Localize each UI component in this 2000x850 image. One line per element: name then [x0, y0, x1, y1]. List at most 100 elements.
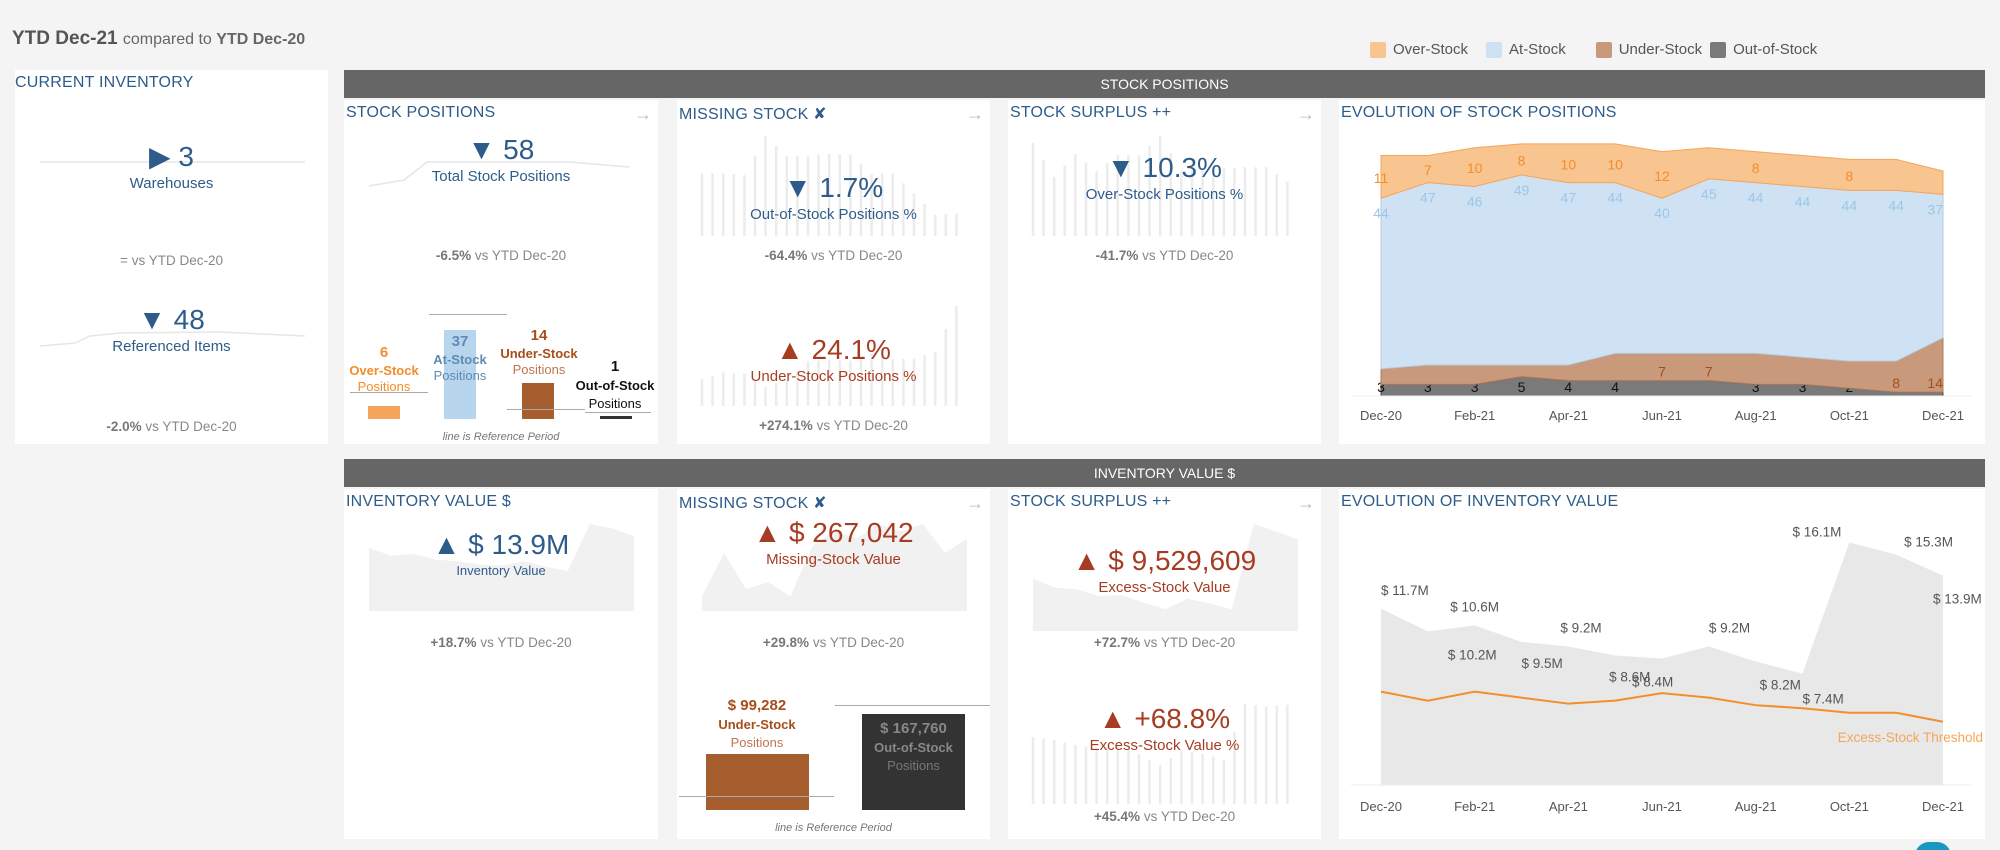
legend: Over-Stock At-Stock Under-Stock Out-of-S… — [1370, 41, 1835, 58]
inv-comparison: +18.7% vs YTD Dec-20 — [344, 635, 658, 650]
under-stock-bar[interactable] — [522, 383, 554, 419]
x-tick-label: Aug-21 — [1735, 408, 1777, 423]
positions-comparison: -6.5% vs YTD Dec-20 — [344, 248, 658, 263]
x-tick-label: Jun-21 — [1642, 408, 1682, 423]
over-stock-bar[interactable] — [368, 406, 400, 419]
cmp-text: vs YTD Dec-20 — [1143, 635, 1236, 650]
under-stock-percent-kpi: ▲ 24.1% Under-Stock Positions % — [677, 334, 990, 385]
inventory-value-kpi: ▲ $ 13.9M Inventory Value — [344, 529, 658, 578]
down-triangle-icon: ▼ — [138, 304, 166, 335]
over-stock-bar-label: 6 Over-Stock Positions — [349, 344, 419, 395]
cmp-text: vs YTD Dec-20 — [131, 253, 223, 268]
up-triangle-icon: ▲ — [1098, 703, 1127, 734]
card-title: INVENTORY VALUE $ — [346, 493, 511, 510]
kpi-label: Excess-Stock Value % — [1089, 737, 1240, 754]
arrow-right-icon[interactable]: → — [966, 104, 984, 125]
data-label: $ 8.4M — [1632, 675, 1673, 690]
data-label: 7 — [1424, 162, 1432, 178]
cmp-text: vs YTD Dec-20 — [811, 248, 903, 263]
x-tick-label: Apr-21 — [1549, 408, 1588, 423]
current-inventory-card: CURRENT INVENTORY ▶ 3 Warehouses = vs YT… — [15, 70, 328, 444]
legend-label: Over-Stock — [1393, 41, 1469, 58]
x-tick-label: Feb-21 — [1454, 799, 1495, 814]
up-triangle-icon: ▲ — [432, 529, 461, 560]
kpi-value: $ 13.9M — [468, 529, 570, 560]
reference-period: YTD Dec-20 — [216, 31, 306, 48]
stock-positions-area-chart[interactable]: 3335443321778144447464947444045444444443… — [1339, 100, 1985, 444]
out-of-stock-bar[interactable] — [600, 416, 632, 419]
x-tick-label: Dec-21 — [1922, 799, 1964, 814]
excess-pct-comparison: +45.4% vs YTD Dec-20 — [1008, 809, 1321, 824]
threshold-label: Excess-Stock Threshold — [1838, 730, 1983, 745]
missing-stock-value-kpi: ▲ $ 267,042 Missing-Stock Value — [677, 517, 990, 568]
evolution-stock-positions-card: EVOLUTION OF STOCK POSITIONS 33354433217… — [1339, 100, 1985, 444]
excess-stock-percent-kpi: ▲ +68.8% Excess-Stock Value % — [1008, 703, 1321, 754]
os-comparison: -41.7% vs YTD Dec-20 — [1008, 248, 1321, 263]
data-label: 8 — [1845, 168, 1853, 184]
card-title: STOCK SURPLUS ++ — [1010, 493, 1172, 510]
arrow-right-icon[interactable]: → — [966, 493, 984, 514]
cmp-value: -41.7% — [1095, 248, 1139, 263]
kpi-value: 10.3% — [1142, 152, 1222, 183]
kpi-label: Warehouses — [129, 175, 214, 192]
kpi-label: Excess-Stock Value — [1098, 579, 1231, 596]
data-label: $ 10.2M — [1448, 647, 1497, 662]
data-label: 14 — [1927, 375, 1943, 391]
kpi-value: $ 9,529,609 — [1108, 545, 1257, 576]
data-label: 44 — [1888, 197, 1904, 213]
stock-surplus-positions-card[interactable]: STOCK SURPLUS ++ → ▼ 10.3% Over-Stock Po… — [1008, 100, 1321, 444]
inventory-value-area-chart[interactable]: $ 11.7M$ 10.2M$ 10.6M$ 9.5M$ 9.2M$ 8.6M$… — [1339, 489, 1985, 839]
at-stock-bar-label: 37 At-Stock Positions — [433, 333, 487, 384]
data-label: $ 13.9M — [1933, 592, 1982, 607]
legend-item-out-of-stock[interactable]: Out-of-Stock — [1710, 41, 1817, 58]
data-label: 46 — [1467, 194, 1483, 210]
data-label: 10 — [1561, 156, 1577, 172]
arrow-right-icon[interactable]: → — [634, 104, 652, 125]
data-label: 49 — [1514, 182, 1530, 198]
kpi-value: 3 — [178, 141, 194, 172]
legend-item-under-stock[interactable]: Under-Stock — [1595, 41, 1702, 58]
x-tick-label: Dec-20 — [1360, 799, 1402, 814]
cmp-value: -6.5% — [435, 248, 472, 263]
warehouses-kpi: ▶ 3 Warehouses — [15, 140, 328, 192]
data-label: 7 — [1705, 363, 1713, 379]
inventory-value-card[interactable]: INVENTORY VALUE $ ▲ $ 13.9M Inventory Va… — [344, 489, 658, 839]
up-triangle-icon: ▲ — [776, 334, 804, 365]
stock-positions-card[interactable]: STOCK POSITIONS → ▼ 58 Total Stock Posit… — [344, 100, 658, 444]
missing-stock-value-card[interactable]: MISSING STOCK ✘ → ▲ $ 267,042 Missing-St… — [677, 489, 990, 839]
data-label: 12 — [1654, 168, 1670, 184]
legend-item-at-stock[interactable]: At-Stock — [1486, 41, 1566, 58]
data-label: 47 — [1420, 190, 1436, 206]
stock-surplus-value-card[interactable]: STOCK SURPLUS ++ → ▲ $ 9,529,609 Excess-… — [1008, 489, 1321, 839]
cmp-text: vs YTD Dec-20 — [1142, 248, 1234, 263]
missing-stock-positions-card[interactable]: MISSING STOCK ✘ → ▼ 1.7% Out-of-Stock Po… — [677, 100, 990, 444]
card-title: STOCK SURPLUS ++ — [1010, 104, 1172, 121]
excess-comparison: +72.7% vs YTD Dec-20 — [1008, 635, 1321, 650]
data-label: 8 — [1518, 152, 1526, 168]
kpi-label: Under-Stock Positions % — [750, 368, 917, 385]
cmp-value: = — [120, 253, 128, 268]
kpi-value: 48 — [173, 304, 205, 335]
cmp-value: +274.1% — [759, 418, 813, 433]
arrow-right-icon[interactable]: → — [1297, 104, 1315, 125]
down-triangle-icon: ▼ — [783, 172, 812, 203]
cmp-value: +18.7% — [430, 635, 477, 650]
under-stock-value-bar[interactable] — [706, 754, 809, 810]
legend-label: At-Stock — [1509, 41, 1566, 58]
kpi-value: 58 — [503, 134, 535, 165]
data-label: 44 — [1842, 197, 1858, 213]
cmp-text: vs YTD Dec-20 — [816, 418, 908, 433]
arrow-right-icon[interactable]: → — [1297, 493, 1315, 514]
x-tick-label: Dec-21 — [1922, 408, 1964, 423]
x-tick-label: Jun-21 — [1642, 799, 1682, 814]
compared-label: compared to — [122, 31, 212, 48]
evolution-inventory-value-card: EVOLUTION OF INVENTORY VALUE $ 11.7M $ 10… — [1339, 489, 1985, 839]
brand-logo-icon — [1915, 842, 1951, 850]
out-of-stock-value-label: $ 167,760 Out-of-Stock Positions — [874, 720, 953, 774]
legend-label: Out-of-Stock — [1733, 41, 1818, 58]
cmp-text: vs YTD Dec-20 — [1143, 809, 1236, 824]
reference-note: line is Reference Period — [442, 431, 560, 443]
data-label: 44 — [1748, 190, 1764, 206]
legend-item-over-stock[interactable]: Over-Stock — [1370, 41, 1468, 58]
kpi-label: Over-Stock Positions % — [1085, 186, 1244, 203]
